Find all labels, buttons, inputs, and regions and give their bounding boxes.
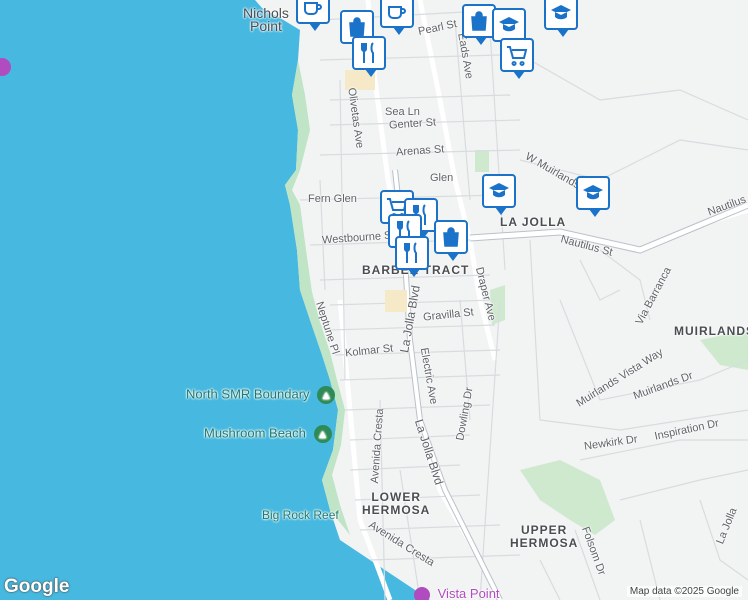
shopping-bag-icon <box>471 11 487 31</box>
poi-mushroom-beach[interactable]: Mushroom Beach ▲ <box>204 425 332 443</box>
coffee-cup-icon <box>304 2 322 15</box>
map-canvas[interactable]: Nichols Point LA JOLLA BARBER TRACT MUIR… <box>0 0 748 600</box>
shopping-bag-pin-3[interactable] <box>434 220 468 261</box>
poi-big-rock-reef[interactable]: Big Rock Reef <box>262 508 339 522</box>
area-la-jolla: LA JOLLA <box>500 215 567 229</box>
fork-knife-icon <box>361 42 374 63</box>
shopping-bag-icon <box>443 227 459 247</box>
restaurant-pin[interactable] <box>352 36 386 77</box>
shopping-cart-icon <box>507 46 528 66</box>
tree-icon: ▲ <box>313 425 332 443</box>
tree-icon: ▲ <box>317 386 336 404</box>
area-upper-hermosa: UPPER HERMOSA <box>510 523 579 550</box>
grocery-pin[interactable] <box>500 38 534 79</box>
area-muirlands: MUIRLANDS <box>674 324 748 338</box>
cafe-pin[interactable] <box>296 0 330 31</box>
graduation-cap-icon <box>551 5 571 20</box>
school-pin-2[interactable] <box>544 0 578 37</box>
poi-label: Mushroom Beach <box>204 425 306 441</box>
area-lower-hermosa: LOWER HERMOSA <box>362 490 431 517</box>
shopping-bag-pin-2[interactable] <box>462 4 496 45</box>
school-pin-4[interactable] <box>576 176 610 217</box>
street-sea-ln: Sea Ln <box>385 106 420 118</box>
poi-label: North SMR Boundary <box>186 386 310 402</box>
graduation-cap-icon <box>583 185 603 200</box>
park-1 <box>475 150 489 172</box>
camera-icon <box>414 586 430 600</box>
restaurant-pin-4[interactable] <box>395 236 429 277</box>
google-logo: Google <box>4 576 70 597</box>
graduation-cap-icon <box>489 183 509 198</box>
poi-north-smr-boundary[interactable]: North SMR Boundary ▲ <box>186 386 336 404</box>
cafe-pin-2[interactable] <box>380 0 414 35</box>
map-attribution[interactable]: Map data ©2025 Google <box>626 586 742 597</box>
school-pin-3[interactable] <box>482 174 516 215</box>
fork-knife-icon <box>404 242 417 263</box>
area-nichols-point: Nichols Point <box>243 5 289 34</box>
street-fern-glen: Fern Glen <box>308 193 357 205</box>
graduation-cap-icon <box>499 17 519 32</box>
street-glen: Glen <box>430 172 454 184</box>
poi-label: Vista Point <box>437 586 500 600</box>
school-pin[interactable] <box>492 8 526 49</box>
poi-vista-point[interactable]: Vista Point <box>414 586 500 600</box>
coffee-cup-icon <box>388 6 406 19</box>
